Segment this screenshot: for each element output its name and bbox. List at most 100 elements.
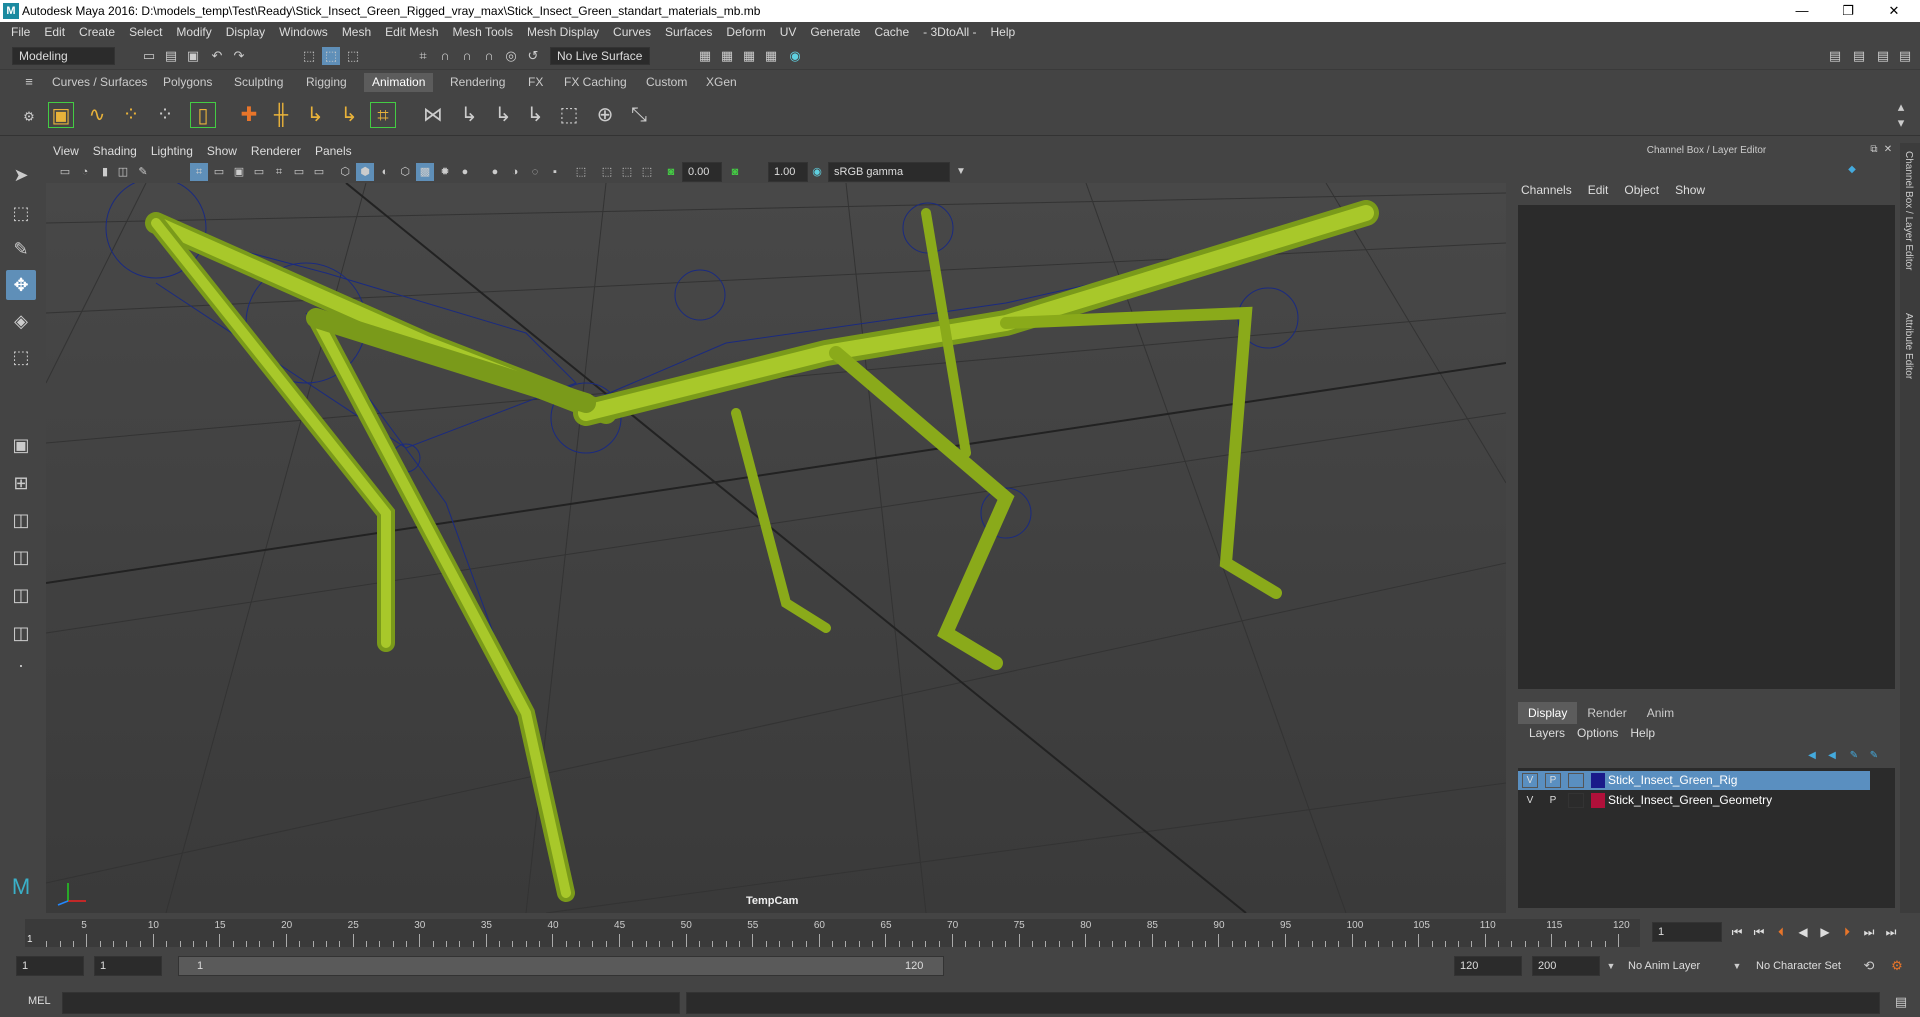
bind-skin-icon[interactable]: ⌗: [370, 102, 396, 128]
xray-joints-icon[interactable]: ⬚: [618, 163, 636, 181]
trax-editor-icon[interactable]: ⁘: [152, 102, 178, 128]
single-view-icon[interactable]: ▣: [6, 430, 36, 460]
layer-playback-toggle[interactable]: P: [1545, 773, 1561, 788]
menu-file[interactable]: File: [0, 22, 37, 42]
layer-row[interactable]: V P Stick_Insect_Green_Rig: [1518, 771, 1895, 790]
menu-channel-show[interactable]: Show: [1667, 183, 1713, 197]
minimize-button[interactable]: —: [1780, 0, 1824, 22]
parent-constraint-icon[interactable]: ↳: [456, 102, 482, 128]
snap-view-icon[interactable]: ∩: [480, 47, 498, 65]
animation-start-field[interactable]: 1: [16, 956, 84, 976]
lasso-tool-icon[interactable]: ⬚: [6, 198, 36, 228]
modeling-toolkit-icon[interactable]: ▤: [1826, 47, 1844, 65]
gamma-field[interactable]: 1.00: [768, 162, 808, 182]
channel-box-toggle-icon[interactable]: ▤: [1874, 47, 1892, 65]
isolate-select-icon[interactable]: ⬚: [572, 163, 590, 181]
bookmark-icon[interactable]: ▮: [96, 163, 114, 181]
scale-tool-icon[interactable]: ⬚: [6, 342, 36, 372]
character-set-dropdown[interactable]: No Character Set: [1756, 960, 1841, 972]
play-forwards-icon[interactable]: ▶: [1816, 923, 1834, 941]
smooth-shade-icon[interactable]: ⬢: [356, 163, 374, 181]
menu-cache[interactable]: Cache: [867, 22, 916, 42]
tab-xgen[interactable]: XGen: [698, 73, 745, 92]
gamma-icon[interactable]: ◙: [726, 163, 744, 181]
grid-icon[interactable]: ⌗: [190, 163, 208, 181]
tab-render[interactable]: Render: [1577, 702, 1636, 724]
go-to-start-icon[interactable]: ⏮: [1728, 923, 1746, 941]
safe-action-icon[interactable]: ▭: [290, 163, 308, 181]
history-icon[interactable]: ↺: [524, 47, 542, 65]
layer-display-type-toggle[interactable]: [1568, 793, 1584, 808]
move-tool-icon[interactable]: ✥: [6, 270, 36, 300]
exposure-icon[interactable]: ◙: [662, 163, 680, 181]
anim-layer-chevron-icon[interactable]: ▼: [1728, 957, 1746, 975]
scale-constraint-icon[interactable]: ⬚: [556, 102, 582, 128]
new-layer-icon[interactable]: ✎: [1845, 747, 1863, 765]
snap-surface-icon[interactable]: ◎: [502, 47, 520, 65]
viewport-menu-panels[interactable]: Panels: [308, 143, 359, 160]
channel-box-options-icon[interactable]: ◆: [1843, 161, 1861, 179]
image-plane-icon[interactable]: ◫: [114, 163, 132, 181]
menu-channel-edit[interactable]: Edit: [1580, 183, 1617, 197]
live-surface-field[interactable]: No Live Surface: [550, 47, 650, 65]
play-backwards-icon[interactable]: ◀: [1794, 923, 1812, 941]
animation-end-field[interactable]: 200: [1532, 956, 1600, 976]
move-layer-up-icon[interactable]: ◀: [1803, 747, 1821, 765]
xray-components-icon[interactable]: ⬚: [638, 163, 656, 181]
hypershade-icon[interactable]: ◉: [786, 47, 804, 65]
textured-icon[interactable]: ▩: [416, 163, 434, 181]
animation-preferences-icon[interactable]: ⚙: [1888, 957, 1906, 975]
viewport-menu-show[interactable]: Show: [200, 143, 244, 160]
render-view-icon[interactable]: ▦: [696, 47, 714, 65]
channel-box-area[interactable]: [1518, 205, 1895, 689]
rotate-tool-icon[interactable]: ◈: [6, 306, 36, 336]
xray-icon[interactable]: ⬚: [598, 163, 616, 181]
two-view-side-icon[interactable]: ◫: [6, 505, 36, 535]
tab-polygons[interactable]: Polygons: [155, 73, 220, 92]
close-panel-icon[interactable]: ✕: [1879, 141, 1897, 159]
new-layer-selected-icon[interactable]: ✎: [1865, 747, 1883, 765]
shelf-menu-icon[interactable]: ≡: [20, 73, 38, 91]
playback-end-field[interactable]: 120: [1454, 956, 1522, 976]
menu-surfaces[interactable]: Surfaces: [658, 22, 719, 42]
playblast-icon[interactable]: ▣: [48, 102, 74, 128]
save-scene-icon[interactable]: ▣: [184, 47, 202, 65]
new-scene-icon[interactable]: ▭: [140, 47, 158, 65]
four-view-icon[interactable]: ⊞: [6, 468, 36, 498]
perspective-viewport[interactable]: TempCam: [46, 183, 1506, 913]
wireframe-on-shaded-icon[interactable]: ⬡: [396, 163, 414, 181]
layer-playback-toggle[interactable]: P: [1545, 793, 1561, 808]
menu-help[interactable]: Help: [984, 22, 1023, 42]
side-tab-channel-box[interactable]: Channel Box / Layer Editor: [1903, 151, 1914, 271]
menu-mesh[interactable]: Mesh: [335, 22, 378, 42]
orient-constraint-icon[interactable]: ↳: [522, 102, 548, 128]
view-transform-chevron-icon[interactable]: ▼: [952, 163, 970, 181]
open-scene-icon[interactable]: ▤: [162, 47, 180, 65]
gate-mask-icon[interactable]: ▭: [250, 163, 268, 181]
layout-more-icon[interactable]: ·: [6, 650, 36, 680]
anim-layer-dropdown[interactable]: No Anim Layer: [1628, 960, 1700, 972]
menu-windows[interactable]: Windows: [272, 22, 335, 42]
aim-constraint-icon[interactable]: ⊕: [592, 102, 618, 128]
snap-point-icon[interactable]: ∩: [458, 47, 476, 65]
go-to-end-icon[interactable]: ⏭: [1882, 923, 1900, 941]
paint-select-icon[interactable]: ✎: [6, 234, 36, 264]
shelf-scroll-down-icon[interactable]: ▾: [1892, 114, 1910, 132]
step-forward-frame-icon[interactable]: ⏵: [1838, 923, 1856, 941]
layer-name[interactable]: Stick_Insect_Green_Rig: [1608, 773, 1737, 787]
menu-mesh-display[interactable]: Mesh Display: [520, 22, 606, 42]
depth-of-field-icon[interactable]: ▪: [546, 163, 564, 181]
menu-edit[interactable]: Edit: [37, 22, 72, 42]
viewport-menu-view[interactable]: View: [46, 143, 86, 160]
layer-visibility-toggle[interactable]: V: [1522, 773, 1538, 788]
side-tab-attribute-editor[interactable]: Attribute Editor: [1903, 313, 1914, 379]
snap-curve-icon[interactable]: ∩: [436, 47, 454, 65]
layer-visibility-toggle[interactable]: V: [1522, 793, 1538, 808]
menu-channels[interactable]: Channels: [1513, 183, 1580, 197]
playback-start-field[interactable]: 1: [94, 956, 162, 976]
redo-icon[interactable]: ↷: [230, 47, 248, 65]
tab-anim[interactable]: Anim: [1637, 702, 1684, 724]
safe-title-icon[interactable]: ▭: [310, 163, 328, 181]
create-joint-icon[interactable]: ✚: [236, 102, 262, 128]
select-object-icon[interactable]: ⬚: [322, 47, 340, 65]
